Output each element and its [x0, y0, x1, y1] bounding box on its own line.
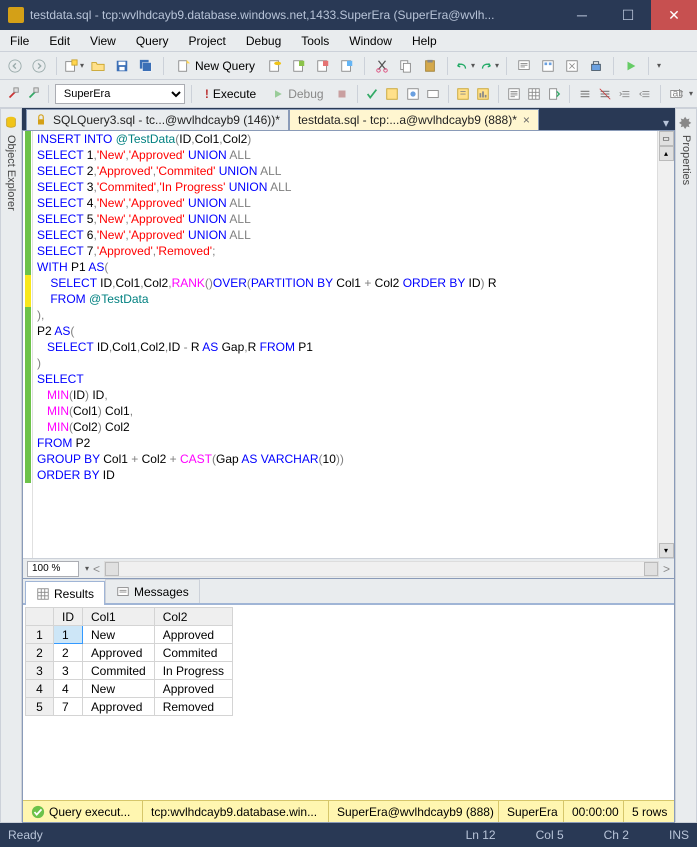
menu-view[interactable]: View: [80, 30, 126, 51]
svg-text:ab: ab: [673, 87, 684, 99]
properties-tab[interactable]: Properties: [675, 108, 697, 823]
change-connection-icon[interactable]: [24, 83, 42, 105]
execute-label: Execute: [213, 87, 256, 101]
start-icon[interactable]: [620, 55, 642, 77]
sql-editor[interactable]: INSERT INTO @TestData(ID,Col1,Col2)SELEC…: [23, 131, 674, 558]
app-status-bar: Ready Ln 12 Col 5 Ch 2 INS: [0, 823, 697, 847]
toolbar-sql: SuperEra ! Execute Debug ab ▾: [0, 80, 697, 108]
object-explorer-tab[interactable]: Object Explorer: [0, 108, 22, 823]
scroll-down-icon[interactable]: ▾: [659, 543, 674, 558]
tab-testdata[interactable]: testdata.sql - tcp:...a@wvlhdcayb9 (888)…: [289, 109, 539, 130]
maximize-button[interactable]: ☐: [605, 0, 651, 30]
menubar: File Edit View Query Project Debug Tools…: [0, 30, 697, 52]
document-tabs: SQLQuery3.sql - tc...@wvlhdcayb9 (146))*…: [22, 108, 675, 130]
overflow2-icon[interactable]: ▾: [689, 89, 693, 98]
messages-icon: [116, 585, 130, 599]
mdx-query-icon[interactable]: [288, 55, 310, 77]
database-combo[interactable]: SuperEra: [55, 84, 185, 104]
connect-icon[interactable]: [4, 83, 22, 105]
undo-icon[interactable]: ▾: [454, 55, 476, 77]
execute-button[interactable]: ! Execute: [198, 83, 263, 105]
properties-icon: [679, 115, 693, 129]
status-ready: Ready: [8, 828, 43, 842]
menu-query[interactable]: Query: [126, 30, 179, 51]
intellisense-icon[interactable]: [424, 83, 442, 105]
solution-icon[interactable]: [537, 55, 559, 77]
new-project-icon[interactable]: ▾: [63, 55, 85, 77]
status-ins: INS: [669, 828, 689, 842]
results-tab[interactable]: Results: [25, 581, 105, 605]
close-button[interactable]: ✕: [651, 0, 697, 30]
cancel-query-icon[interactable]: [333, 83, 351, 105]
horizontal-scrollbar[interactable]: [104, 561, 659, 577]
find-icon[interactable]: [513, 55, 535, 77]
tab-dropdown-icon[interactable]: ▾: [657, 116, 675, 130]
nav-fwd-icon[interactable]: [28, 55, 50, 77]
minimize-button[interactable]: ─: [559, 0, 605, 30]
menu-debug[interactable]: Debug: [236, 30, 291, 51]
cut-icon[interactable]: [371, 55, 393, 77]
results-grid[interactable]: IDCol1Col211NewApproved22ApprovedCommite…: [25, 607, 233, 716]
split-icon[interactable]: ▭: [659, 131, 674, 146]
estimated-plan-icon[interactable]: [383, 83, 401, 105]
status-ch: Ch 2: [604, 828, 629, 842]
db-engine-query-icon[interactable]: [264, 55, 286, 77]
lock-icon: [35, 114, 47, 126]
change-tracking-margin: [23, 131, 33, 558]
toolbar-standard: ▾ New Query ▾ ▾ ▾: [0, 52, 697, 80]
copy-icon[interactable]: [395, 55, 417, 77]
save-all-icon[interactable]: [135, 55, 157, 77]
results-pane: Results Messages IDCol1Col211NewApproved…: [23, 578, 674, 800]
results-grid-icon[interactable]: [525, 83, 543, 105]
outdent-icon[interactable]: [636, 83, 654, 105]
new-query-button[interactable]: New Query: [170, 55, 262, 77]
query-status-bar: Query execut... tcp:wvlhdcayb9.database.…: [23, 800, 674, 822]
success-icon: [31, 805, 45, 819]
menu-project[interactable]: Project: [179, 30, 236, 51]
messages-tab[interactable]: Messages: [105, 579, 200, 603]
menu-edit[interactable]: Edit: [39, 30, 80, 51]
menu-tools[interactable]: Tools: [291, 30, 339, 51]
results-text-icon[interactable]: [505, 83, 523, 105]
menu-window[interactable]: Window: [339, 30, 402, 51]
dmx-query-icon[interactable]: [312, 55, 334, 77]
properties-icon[interactable]: [561, 55, 583, 77]
scroll-up-icon[interactable]: ▴: [659, 146, 674, 161]
parse-icon[interactable]: [363, 83, 381, 105]
open-icon[interactable]: [87, 55, 109, 77]
status-line: Ln 12: [466, 828, 496, 842]
nav-back-icon[interactable]: [4, 55, 26, 77]
include-plan-icon[interactable]: [454, 83, 472, 105]
save-icon[interactable]: [111, 55, 133, 77]
window-title: testdata.sql - tcp:wvlhdcayb9.database.w…: [30, 8, 559, 22]
app-icon: [8, 7, 24, 23]
indent-icon[interactable]: [616, 83, 634, 105]
results-file-icon[interactable]: [545, 83, 563, 105]
uncomment-icon[interactable]: [596, 83, 614, 105]
code-content[interactable]: INSERT INTO @TestData(ID,Col1,Col2)SELEC…: [33, 131, 657, 558]
debug-label: Debug: [288, 87, 323, 101]
tab-sqlquery3[interactable]: SQLQuery3.sql - tc...@wvlhdcayb9 (146))*: [26, 109, 289, 130]
zoom-combo[interactable]: [27, 561, 79, 577]
xmla-query-icon[interactable]: [336, 55, 358, 77]
menu-file[interactable]: File: [0, 30, 39, 51]
comment-icon[interactable]: [576, 83, 594, 105]
titlebar: testdata.sql - tcp:wvlhdcayb9.database.w…: [0, 0, 697, 30]
close-tab-icon[interactable]: ×: [523, 113, 530, 127]
new-query-label: New Query: [195, 59, 255, 73]
include-stats-icon[interactable]: [474, 83, 492, 105]
editor-footer: ▾ < >: [23, 558, 674, 578]
overflow-icon[interactable]: ▾: [657, 61, 661, 70]
paste-icon[interactable]: [419, 55, 441, 77]
debug-button[interactable]: Debug: [265, 83, 330, 105]
status-col: Col 5: [536, 828, 564, 842]
toolbox-icon[interactable]: [585, 55, 607, 77]
specify-values-icon[interactable]: ab: [667, 83, 685, 105]
menu-help[interactable]: Help: [402, 30, 447, 51]
vertical-scrollbar[interactable]: ▭ ▴ ▾: [657, 131, 674, 558]
grid-icon: [36, 587, 50, 601]
object-explorer-icon: [4, 115, 18, 129]
query-options-icon[interactable]: [403, 83, 421, 105]
redo-icon[interactable]: ▾: [478, 55, 500, 77]
